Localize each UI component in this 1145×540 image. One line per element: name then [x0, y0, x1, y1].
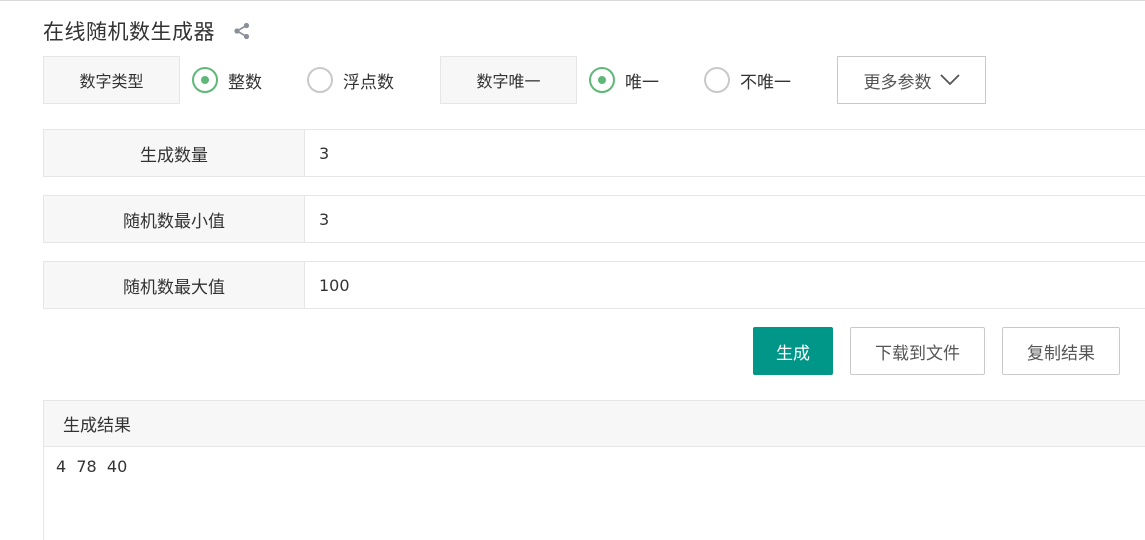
min-input[interactable] — [305, 196, 1145, 242]
max-field-row: 随机数最大值 — [43, 261, 1145, 309]
share-icon[interactable] — [233, 22, 251, 40]
radio-integer-circle[interactable] — [192, 67, 218, 93]
result-header: 生成结果 — [44, 401, 1145, 447]
page-title: 在线随机数生成器 — [43, 20, 215, 44]
radio-integer-label: 整数 — [228, 72, 262, 93]
top-divider — [0, 0, 1145, 1]
radio-float-label: 浮点数 — [343, 72, 394, 93]
result-text[interactable]: 4 78 40 — [44, 447, 1145, 476]
radio-float[interactable]: 浮点数 — [307, 67, 394, 93]
min-field-row: 随机数最小值 — [43, 195, 1145, 243]
title-row: 在线随机数生成器 — [43, 16, 251, 46]
min-label: 随机数最小值 — [44, 196, 305, 242]
max-input[interactable] — [305, 262, 1145, 308]
download-button[interactable]: 下载到文件 — [850, 327, 985, 375]
result-panel: 生成结果 4 78 40 — [43, 400, 1145, 540]
max-label: 随机数最大值 — [44, 262, 305, 308]
unique-label: 数字唯一 — [440, 56, 577, 104]
radio-not-unique-label: 不唯一 — [740, 72, 791, 93]
copy-result-button[interactable]: 复制结果 — [1002, 327, 1120, 375]
radio-not-unique-circle[interactable] — [704, 67, 730, 93]
generate-button[interactable]: 生成 — [753, 327, 833, 375]
options-row: 数字类型 整数 浮点数 数字唯一 唯一 不唯一 更多参数 — [43, 56, 1043, 104]
number-type-label: 数字类型 — [43, 56, 180, 104]
more-params-label: 更多参数 — [863, 72, 932, 93]
count-field-row: 生成数量 — [43, 129, 1145, 177]
more-params-button[interactable]: 更多参数 — [837, 56, 986, 104]
radio-integer[interactable]: 整数 — [192, 67, 262, 93]
count-label: 生成数量 — [44, 130, 305, 176]
radio-not-unique[interactable]: 不唯一 — [704, 67, 791, 93]
radio-float-circle[interactable] — [307, 67, 333, 93]
chevron-down-icon — [939, 74, 960, 86]
radio-unique-circle[interactable] — [589, 67, 615, 93]
count-input[interactable] — [305, 130, 1145, 176]
radio-unique-label: 唯一 — [625, 72, 659, 93]
radio-unique[interactable]: 唯一 — [589, 67, 659, 93]
